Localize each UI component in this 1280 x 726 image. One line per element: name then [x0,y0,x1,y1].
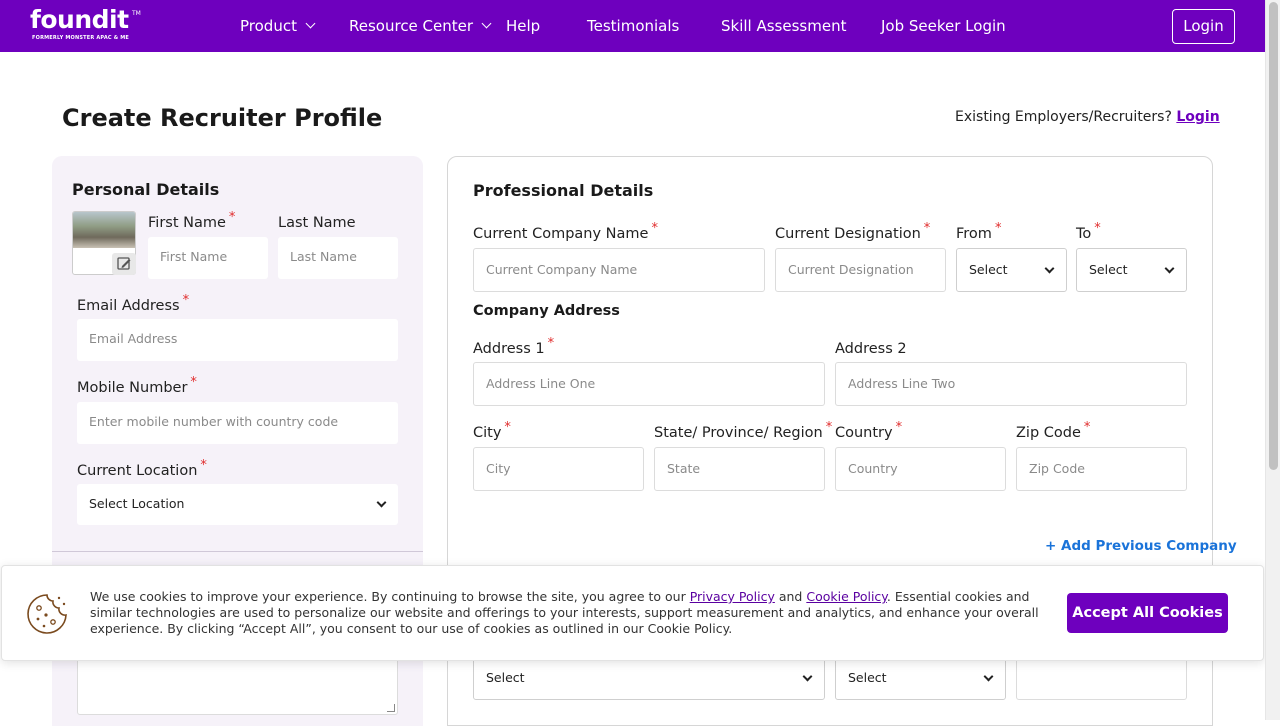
login-button[interactable]: Login [1172,9,1235,44]
add-previous-company-link[interactable]: + Add Previous Company [1045,538,1237,554]
lower-select-2[interactable]: Select [835,656,1006,700]
to-select[interactable]: Select [1076,248,1187,292]
state-input[interactable]: State [654,447,825,491]
nav-job-seeker-login[interactable]: Job Seeker Login [881,17,1006,35]
designation-label: Current Designation * [775,221,931,242]
designation-input[interactable]: Current Designation [775,248,946,292]
cookie-message: We use cookies to improve your experienc… [90,589,1039,636]
to-select-value: Select [1089,262,1128,277]
first-name-label: First Name * [148,210,236,231]
company-name-label: Current Company Name * [473,221,658,242]
personal-details-title: Personal Details [72,180,220,199]
location-select[interactable]: Select Location [77,484,398,525]
lower-select-1-value: Select [486,670,525,685]
lower-select-2-value: Select [848,670,887,685]
edit-photo-button[interactable] [112,253,136,275]
city-input[interactable]: City [473,447,644,491]
mobile-label: Mobile Number * [77,375,197,396]
location-select-value: Select Location [89,496,185,511]
existing-login-link[interactable]: Login [1176,109,1219,125]
company-name-input[interactable]: Current Company Name [473,248,765,292]
country-input[interactable]: Country [835,447,1006,491]
profile-photo-image [73,212,135,248]
cookie-icon [27,594,67,634]
from-select[interactable]: Select [956,248,1067,292]
accept-all-cookies-button[interactable]: Accept All Cookies [1067,593,1228,633]
chevron-down-icon [802,671,813,682]
address2-input[interactable]: Address Line Two [835,362,1187,406]
cookie-policy-link[interactable]: Cookie Policy [806,589,887,604]
chevron-down-icon [481,18,492,29]
nav-help[interactable]: Help [506,17,540,35]
nav-skill-assessment[interactable]: Skill Assessment [721,17,846,35]
cookie-banner: We use cookies to improve your experienc… [1,565,1264,661]
last-name-label: Last Name [278,215,356,231]
city-label: City * [473,420,511,441]
from-label: From * [956,221,1002,242]
foundit-logo[interactable]: foundit TM FORMERLY MONSTER APAC & ME [30,5,142,43]
mobile-input[interactable]: Enter mobile number with country code [77,402,398,444]
nav-product[interactable]: Product [240,17,316,35]
lower-select-1[interactable]: Select [473,656,825,700]
page-scrollbar[interactable] [1265,0,1280,720]
edit-icon [117,257,131,270]
nav-resource-center-label: Resource Center [349,17,474,35]
page-title: Create Recruiter Profile [62,104,383,132]
zip-label: Zip Code * [1016,420,1091,441]
company-address-title: Company Address [473,303,620,319]
address1-input[interactable]: Address Line One [473,362,825,406]
lower-input[interactable] [1016,656,1187,700]
to-label: To * [1076,221,1101,242]
address2-label: Address 2 [835,341,907,357]
chevron-down-icon [983,671,994,682]
last-name-input[interactable]: Last Name [278,237,398,279]
existing-recruiter-prompt: Existing Employers/Recruiters? Login [955,109,1220,125]
existing-recruiter-text: Existing Employers/Recruiters? [955,109,1172,125]
chevron-down-icon [305,18,316,29]
email-input[interactable]: Email Address [77,319,398,361]
state-label: State/ Province/ Region * [654,420,833,441]
address1-label: Address 1 * [473,336,555,357]
country-label: Country * [835,420,903,441]
from-select-value: Select [969,262,1008,277]
top-nav: foundit TM FORMERLY MONSTER APAC & ME Pr… [0,0,1265,52]
privacy-policy-link[interactable]: Privacy Policy [690,589,775,604]
logo-trademark: TM [132,10,141,17]
logo-tagline: FORMERLY MONSTER APAC & ME [32,35,130,41]
chevron-down-icon [376,497,387,508]
first-name-input[interactable]: First Name [148,237,268,279]
section-divider [52,551,423,552]
chevron-down-icon [1164,263,1175,274]
nav-resource-center[interactable]: Resource Center [349,17,492,35]
professional-details-title: Professional Details [473,181,654,200]
logo-wordmark: foundit [30,5,129,34]
chevron-down-icon [1044,263,1055,274]
email-label: Email Address * [77,293,190,314]
scrollbar-thumb[interactable] [1269,2,1278,470]
resize-handle-icon[interactable] [387,704,395,712]
location-label: Current Location * [77,458,207,479]
zip-input[interactable]: Zip Code [1016,447,1187,491]
nav-product-label: Product [240,17,297,35]
nav-testimonials[interactable]: Testimonials [587,17,679,35]
